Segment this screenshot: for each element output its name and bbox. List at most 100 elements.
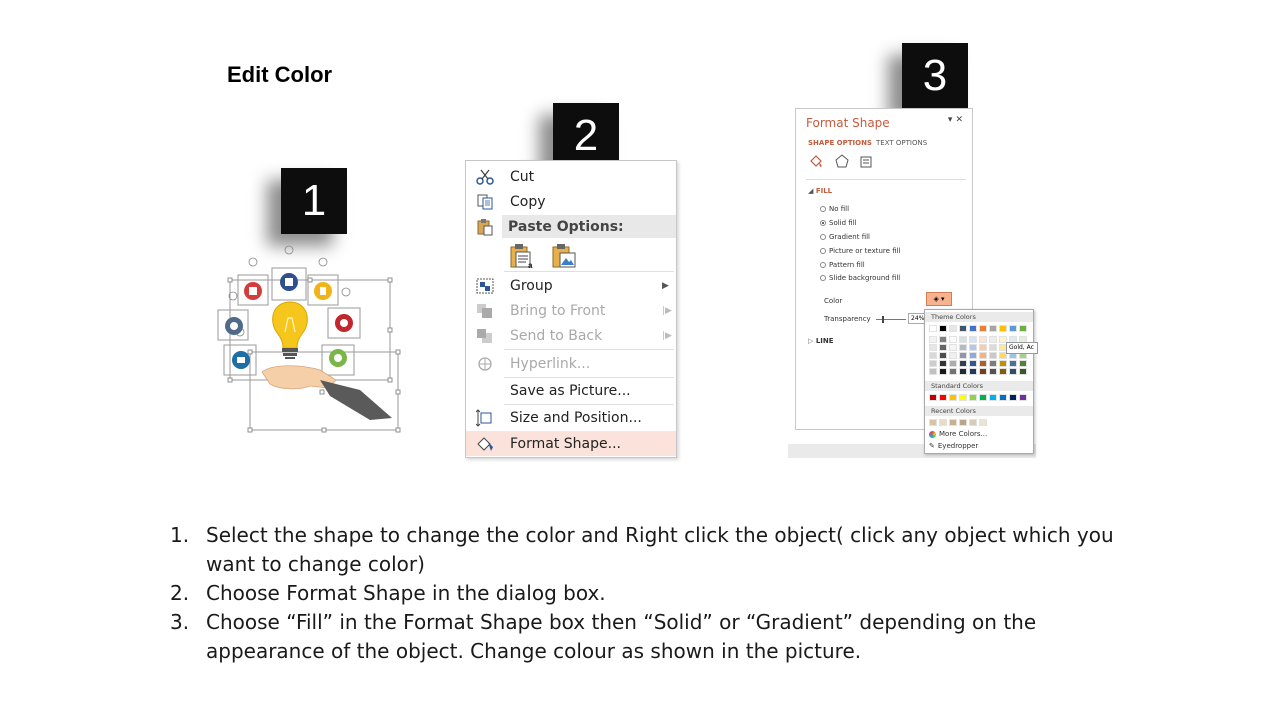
color-shade-swatch[interactable]: [929, 352, 937, 359]
color-shade-swatch[interactable]: [959, 360, 967, 367]
color-shade-swatch[interactable]: [949, 368, 957, 375]
color-shade-swatch[interactable]: [949, 360, 957, 367]
color-swatch[interactable]: [959, 419, 967, 426]
menu-item-group[interactable]: Group ▶: [466, 273, 676, 298]
color-shade-swatch[interactable]: [969, 368, 977, 375]
menu-item-hyperlink[interactable]: Hyperlink...: [466, 351, 676, 376]
color-swatch[interactable]: [1009, 394, 1017, 401]
fill-header-label: FILL: [815, 187, 833, 195]
color-shade-swatch[interactable]: [969, 352, 977, 359]
slider-thumb[interactable]: [882, 316, 884, 323]
color-swatch[interactable]: [929, 394, 937, 401]
color-shade-swatch[interactable]: [959, 336, 967, 343]
color-swatch[interactable]: [989, 394, 997, 401]
menu-item-send-to-back[interactable]: Send to Back |▶: [466, 323, 676, 348]
color-shade-swatch[interactable]: [989, 360, 997, 367]
color-shade-swatch[interactable]: [989, 352, 997, 359]
more-colors-link[interactable]: More Colors...: [929, 430, 987, 438]
radio-pattern-fill[interactable]: Pattern fill: [820, 261, 865, 269]
color-swatch[interactable]: [1019, 325, 1027, 332]
color-swatch[interactable]: [959, 325, 967, 332]
color-swatch[interactable]: [949, 394, 957, 401]
color-swatch[interactable]: [939, 394, 947, 401]
menu-item-copy[interactable]: Copy: [466, 189, 676, 214]
effects-icon[interactable]: [834, 153, 850, 173]
tab-shape-options[interactable]: SHAPE OPTIONS: [808, 139, 872, 147]
color-shade-swatch[interactable]: [949, 336, 957, 343]
color-shade-swatch[interactable]: [979, 368, 987, 375]
color-swatch[interactable]: [949, 325, 957, 332]
color-swatch[interactable]: [979, 394, 987, 401]
color-shade-swatch[interactable]: [939, 344, 947, 351]
color-shade-swatch[interactable]: [969, 344, 977, 351]
fill-section-header[interactable]: ◢ FILL: [808, 187, 832, 195]
color-swatch[interactable]: [929, 325, 937, 332]
menu-item-format-shape[interactable]: Format Shape...: [466, 431, 676, 456]
menu-label-paste-options: Paste Options:: [508, 218, 624, 235]
color-shade-swatch[interactable]: [989, 336, 997, 343]
color-shade-swatch[interactable]: [989, 368, 997, 375]
color-shade-swatch[interactable]: [929, 336, 937, 343]
color-shade-swatch[interactable]: [969, 360, 977, 367]
radio-gradient-fill[interactable]: Gradient fill: [820, 233, 870, 241]
selected-infographic[interactable]: [210, 240, 410, 440]
color-swatch[interactable]: [1019, 394, 1027, 401]
color-shade-swatch[interactable]: [979, 360, 987, 367]
line-section-header[interactable]: ▷ LINE: [808, 337, 834, 345]
color-shade-swatch[interactable]: [959, 344, 967, 351]
color-shade-swatch[interactable]: [949, 352, 957, 359]
color-swatch[interactable]: [969, 419, 977, 426]
color-shade-swatch[interactable]: [939, 336, 947, 343]
color-swatch[interactable]: [929, 419, 937, 426]
radio-picture-fill[interactable]: Picture or texture fill: [820, 247, 901, 255]
transparency-slider[interactable]: [876, 316, 906, 323]
color-shade-swatch[interactable]: [939, 360, 947, 367]
color-swatch[interactable]: [939, 325, 947, 332]
color-shade-swatch[interactable]: [959, 352, 967, 359]
color-swatch[interactable]: [999, 394, 1007, 401]
radio-no-fill[interactable]: No fill: [820, 205, 849, 213]
color-swatch[interactable]: [999, 325, 1007, 332]
color-shade-swatch[interactable]: [949, 344, 957, 351]
eyedropper-link[interactable]: ✎ Eyedropper: [929, 442, 978, 450]
tab-text-options[interactable]: TEXT OPTIONS: [876, 139, 927, 147]
fill-line-icon[interactable]: [808, 153, 824, 173]
color-shade-swatch[interactable]: [959, 368, 967, 375]
color-shade-swatch[interactable]: [979, 344, 987, 351]
color-shade-swatch[interactable]: [939, 352, 947, 359]
color-picker-button[interactable]: ◈ ▾: [926, 292, 952, 306]
color-shade-swatch[interactable]: [999, 360, 1007, 367]
color-swatch[interactable]: [989, 325, 997, 332]
color-shade-swatch[interactable]: [929, 360, 937, 367]
color-swatch[interactable]: [969, 325, 977, 332]
color-shade-swatch[interactable]: [979, 352, 987, 359]
color-swatch[interactable]: [949, 419, 957, 426]
color-shade-swatch[interactable]: [1019, 368, 1027, 375]
menu-item-save-as-picture[interactable]: Save as Picture...: [466, 378, 676, 403]
color-shade-swatch[interactable]: [929, 344, 937, 351]
menu-item-cut[interactable]: Cut: [466, 164, 676, 189]
menu-item-size-and-position[interactable]: Size and Position...: [466, 405, 676, 430]
color-shade-swatch[interactable]: [929, 368, 937, 375]
color-swatch[interactable]: [979, 325, 987, 332]
color-shade-swatch[interactable]: [1009, 368, 1017, 375]
radio-solid-fill[interactable]: Solid fill: [820, 219, 857, 227]
close-icon[interactable]: ✕: [955, 115, 966, 125]
menu-item-bring-to-front[interactable]: Bring to Front |▶: [466, 298, 676, 323]
color-shade-swatch[interactable]: [999, 368, 1007, 375]
color-swatch[interactable]: [969, 394, 977, 401]
paste-option-picture[interactable]: [550, 243, 578, 269]
radio-slide-background-fill[interactable]: Slide background fill: [820, 274, 900, 282]
size-properties-icon[interactable]: [858, 153, 874, 173]
paste-option-keep-text[interactable]: a: [508, 243, 536, 270]
color-swatch[interactable]: [939, 419, 947, 426]
color-shade-swatch[interactable]: [1009, 360, 1017, 367]
color-shade-swatch[interactable]: [979, 336, 987, 343]
color-swatch[interactable]: [1009, 325, 1017, 332]
color-shade-swatch[interactable]: [1019, 360, 1027, 367]
color-shade-swatch[interactable]: [939, 368, 947, 375]
color-shade-swatch[interactable]: [969, 336, 977, 343]
color-swatch[interactable]: [959, 394, 967, 401]
color-swatch[interactable]: [979, 419, 987, 426]
color-shade-swatch[interactable]: [989, 344, 997, 351]
